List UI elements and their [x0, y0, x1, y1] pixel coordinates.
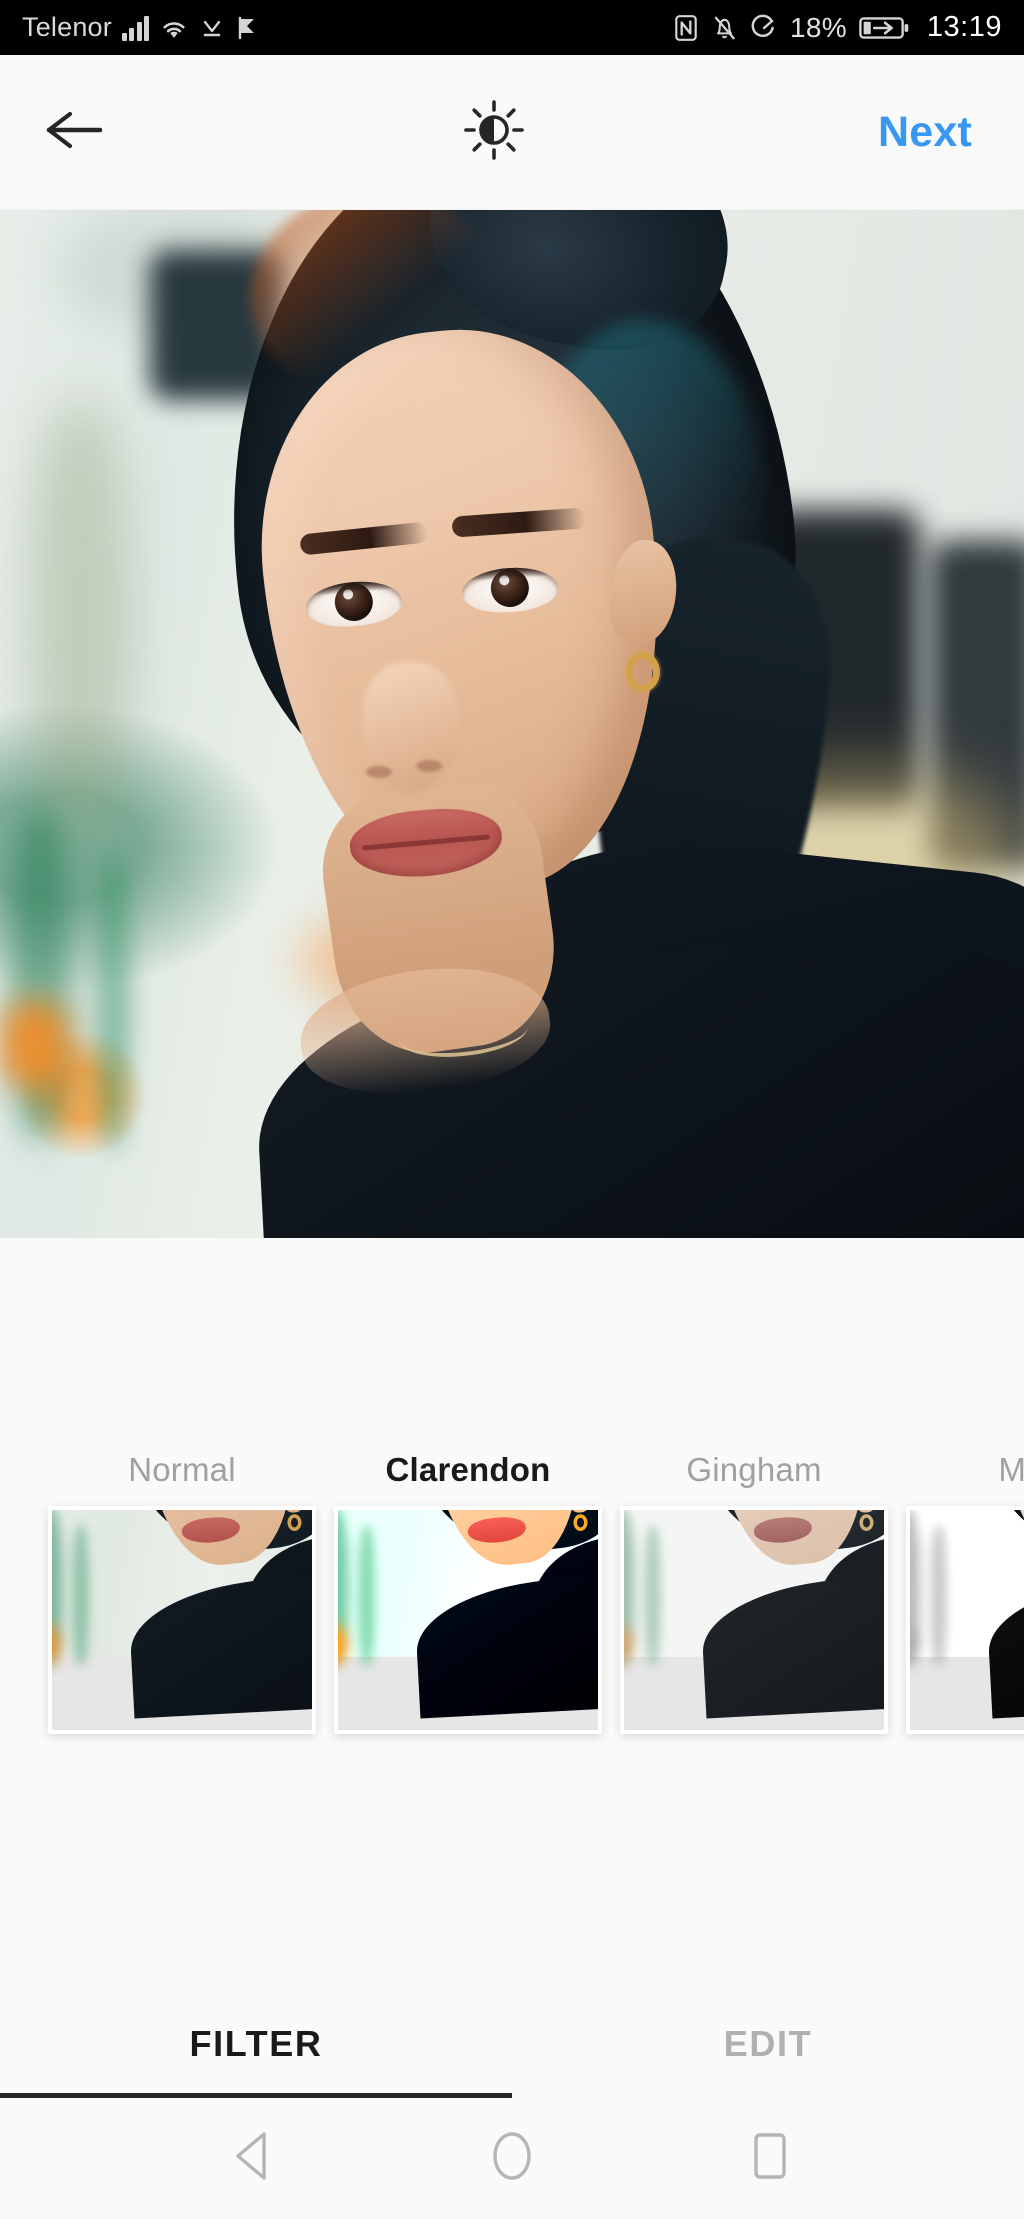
back-arrow-icon [44, 106, 106, 159]
bell-muted-icon [711, 14, 738, 42]
tab-filter[interactable]: FILTER [0, 1990, 512, 2098]
bokeh-blob [96, 850, 130, 1150]
android-navigation-bar [0, 2098, 1024, 2219]
filter-thumbnail[interactable] [620, 1506, 888, 1734]
status-bar-right: 18% 13:19 [673, 11, 1002, 44]
status-bar-left: Telenor [22, 12, 259, 43]
filter-item-moon[interactable]: Moon [906, 1434, 1024, 1734]
editor-top-bar: Next [0, 55, 1024, 210]
filter-label: Moon [998, 1451, 1024, 1488]
bokeh-blob [10, 810, 70, 1140]
nfc-icon [673, 14, 699, 42]
back-button[interactable] [30, 87, 120, 177]
bokeh-blob [30, 400, 130, 830]
subject-nostril [366, 766, 392, 778]
brightness-sun-icon [462, 98, 526, 167]
android-back-button[interactable] [206, 2111, 302, 2207]
filter-label: Gingham [686, 1451, 822, 1488]
carrier-label: Telenor [22, 12, 112, 42]
filter-label: Normal [128, 1451, 236, 1488]
clock-label: 13:19 [926, 11, 1002, 43]
battery-charging-icon [859, 15, 909, 41]
phone-screen: Telenor 18% 13:19 Next Normal Clarendon … [0, 0, 1024, 2219]
photo-image [0, 210, 1024, 1238]
filter-carousel[interactable]: Normal Clarendon Gingham M [0, 1434, 1024, 1734]
photo-preview[interactable] [0, 210, 1024, 1238]
filter-item-gingham[interactable]: Gingham [620, 1434, 888, 1734]
filter-item-normal[interactable]: Normal [48, 1434, 316, 1734]
back-triangle-icon [231, 2130, 277, 2187]
status-bar: Telenor 18% 13:19 [0, 0, 1024, 55]
filter-thumbnail[interactable] [906, 1506, 1024, 1734]
filter-thumbnail[interactable] [48, 1506, 316, 1734]
next-button[interactable]: Next [868, 98, 994, 167]
android-home-button[interactable] [464, 2111, 560, 2207]
android-recents-button[interactable] [722, 2111, 818, 2207]
subject-earring [626, 652, 660, 692]
data-saver-icon [750, 14, 778, 42]
battery-percent-label: 18% [789, 11, 847, 43]
filter-item-clarendon[interactable]: Clarendon [334, 1434, 602, 1734]
signal-bars-icon [121, 15, 150, 41]
play-flag-icon [235, 15, 259, 41]
editor-tab-bar: FILTER EDIT [0, 1990, 1024, 2098]
recents-square-icon [748, 2130, 792, 2187]
wifi-icon [159, 16, 189, 40]
tab-edit[interactable]: EDIT [512, 1990, 1024, 2098]
filter-carousel-area: Normal Clarendon Gingham M [0, 1238, 1024, 1990]
filter-label: Clarendon [385, 1451, 551, 1488]
lux-brightness-button[interactable] [449, 87, 539, 177]
download-icon [199, 16, 225, 40]
filter-thumbnail[interactable] [334, 1506, 602, 1734]
subject-nostril [416, 760, 442, 772]
bokeh-blob [0, 1000, 70, 1090]
home-circle-icon [487, 2129, 537, 2188]
